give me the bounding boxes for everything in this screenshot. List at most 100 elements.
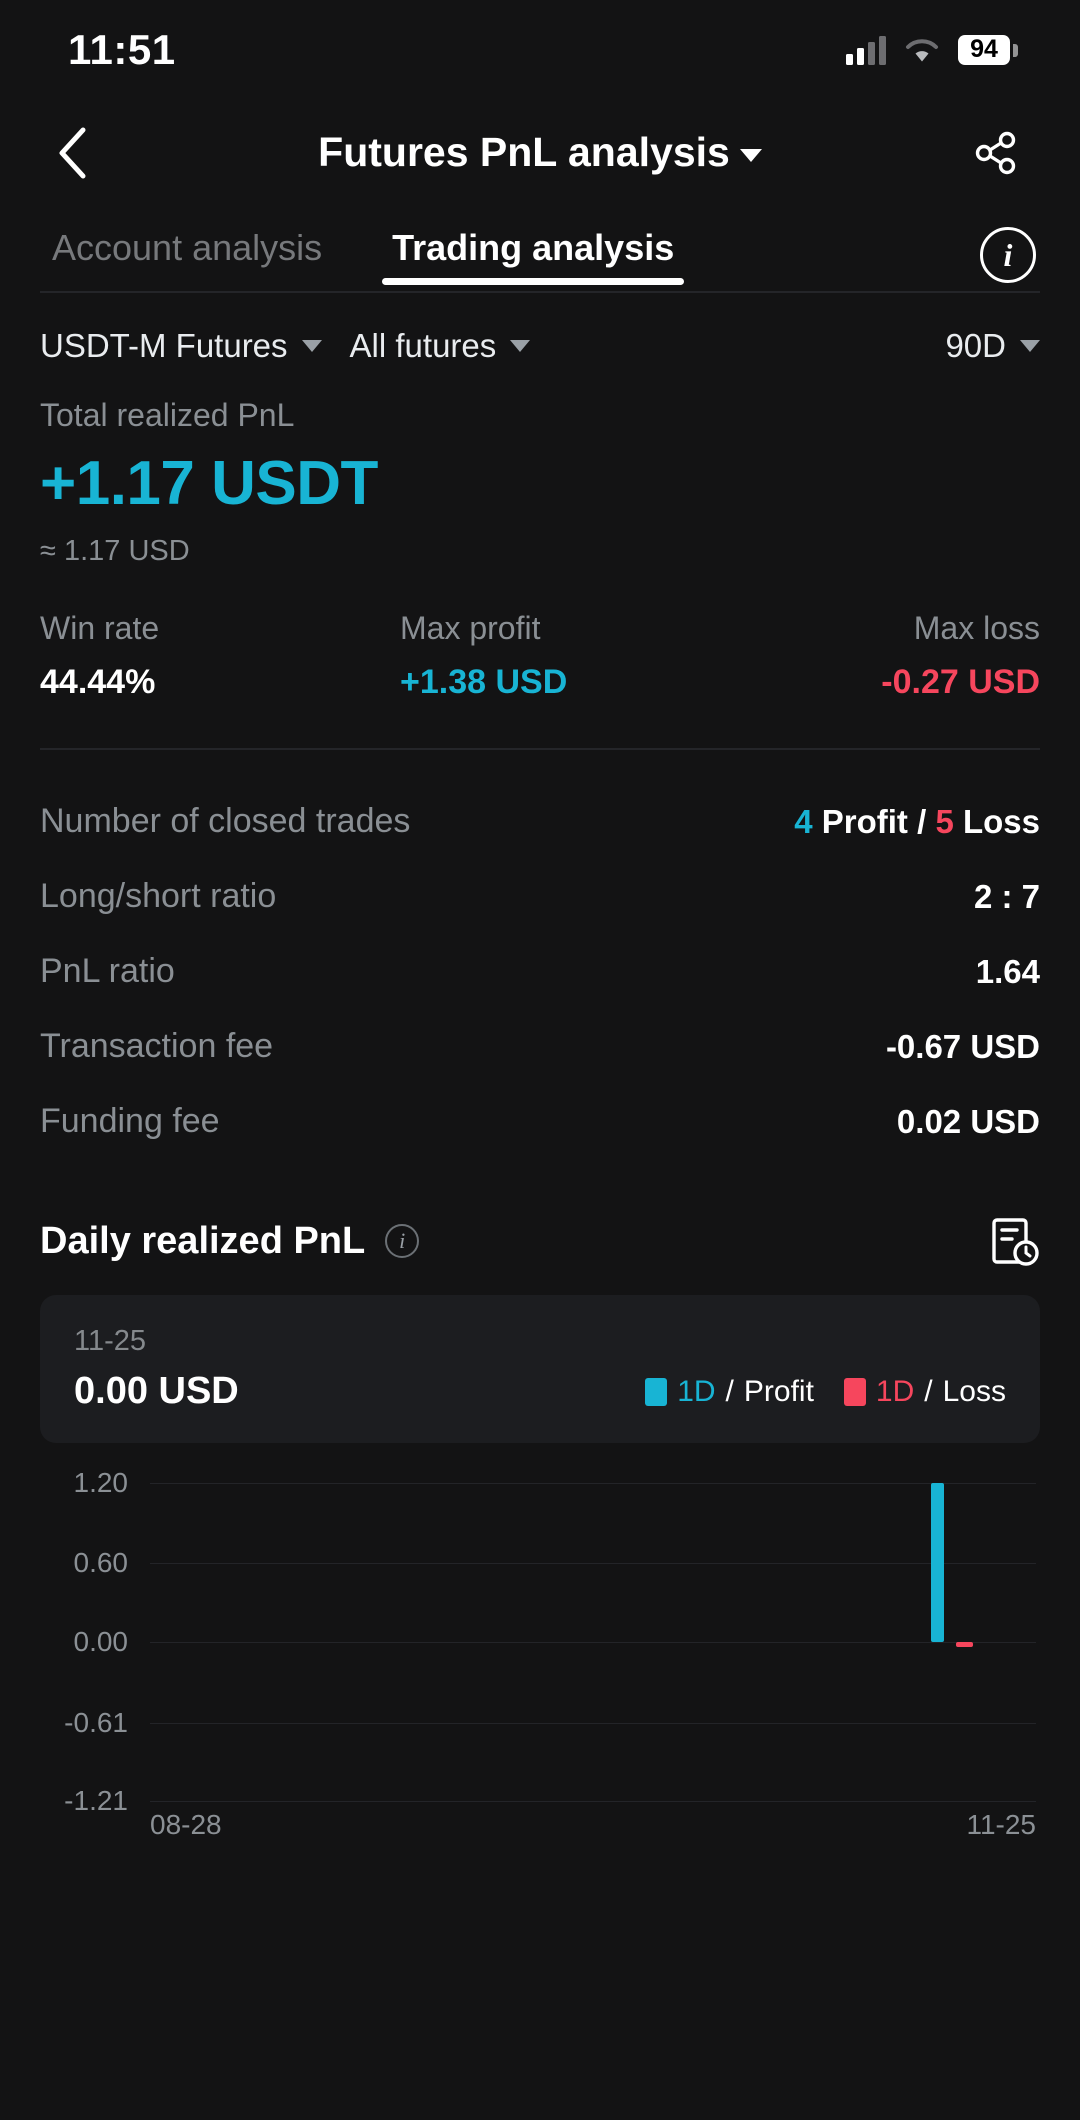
share-icon[interactable] (968, 125, 1024, 181)
chevron-down-icon (1020, 340, 1040, 352)
filter-period[interactable]: 90D (945, 327, 1040, 365)
row-long-short-ratio-value: 2 : 7 (973, 877, 1040, 915)
chevron-down-icon (510, 340, 531, 352)
y-axis-tick: 1.20 (73, 1467, 129, 1498)
gridline (150, 1723, 1036, 1724)
filter-period-label: 90D (945, 327, 1006, 364)
history-record-icon[interactable] (988, 1215, 1040, 1267)
row-transaction-fee: Transaction fee -0.67 USD (40, 1009, 1040, 1084)
legend-item-loss: 1D / Loss (843, 1375, 1006, 1409)
daily-pnl-chart[interactable]: 1.20 0.60 0.00 -0.61 -1.21 08-28 11-25 (0, 1467, 1080, 1840)
row-long-short-ratio: Long/short ratio 2 : 7 (40, 859, 1040, 934)
legend-loss-separator: / (924, 1375, 933, 1408)
trade-details-list: Number of closed trades 4 Profit / 5 Los… (0, 750, 1080, 1159)
row-funding-fee: Funding fee 0.02 USD (40, 1084, 1040, 1159)
row-transaction-fee-label: Transaction fee (40, 1027, 274, 1065)
row-long-short-ratio-label: Long/short ratio (40, 877, 277, 915)
row-closed-trades: Number of closed trades 4 Profit / 5 Los… (40, 784, 1040, 859)
legend-swatch-loss (843, 1378, 866, 1406)
chart-bar-loss (956, 1642, 974, 1648)
x-axis: 08-28 11-25 (150, 1809, 1036, 1841)
legend-item-profit: 1D / Profit (645, 1375, 814, 1409)
filter-contract-label: All futures (349, 327, 497, 364)
stat-max-profit-value: +1.38 USD (400, 663, 568, 701)
tooltip-values: 11-25 0.00 USD (74, 1325, 239, 1413)
stat-max-loss-value: -0.27 USD (881, 663, 1040, 701)
chevron-down-icon (739, 149, 762, 162)
stat-win-rate-value: 44.44% (40, 663, 156, 701)
legend-loss-label: Loss (942, 1375, 1006, 1408)
chart-plot-area: 1.20 0.60 0.00 -0.61 -1.21 (64, 1467, 1036, 1816)
battery-level: 94 (958, 35, 1010, 65)
legend-profit-separator: / (725, 1375, 734, 1408)
legend-profit-period: 1D (677, 1375, 716, 1408)
row-pnl-ratio: PnL ratio 1.64 (40, 934, 1040, 1009)
stat-max-loss: Max loss -0.27 USD (720, 610, 1040, 702)
filter-contract[interactable]: All futures (350, 327, 531, 365)
gridline (150, 1642, 1036, 1643)
closed-trades-profit-label: Profit (821, 802, 908, 840)
closed-trades-loss-label: Loss (962, 802, 1040, 840)
row-funding-fee-label: Funding fee (40, 1102, 220, 1140)
row-closed-trades-value: 4 Profit / 5 Loss (794, 803, 1040, 841)
info-icon[interactable]: i (980, 227, 1036, 283)
status-bar: 11:51 94 (0, 0, 1080, 100)
y-axis-tick: -1.21 (64, 1785, 128, 1816)
gridline (150, 1483, 1036, 1484)
battery-tip (1013, 43, 1018, 57)
summary-stats: Win rate 44.44% Max profit +1.38 USD Max… (0, 568, 1080, 702)
chart-bar-profit (931, 1483, 945, 1642)
daily-pnl-title: Daily realized PnL (40, 1219, 366, 1262)
row-closed-trades-label: Number of closed trades (40, 802, 411, 840)
row-pnl-ratio-value: 1.64 (975, 952, 1040, 990)
chevron-down-icon (301, 340, 322, 352)
daily-pnl-header: Daily realized PnL i (0, 1159, 1080, 1267)
tooltip-date: 11-25 (74, 1325, 147, 1357)
back-chevron-icon[interactable] (44, 125, 100, 181)
legend-swatch-profit (645, 1378, 668, 1406)
stat-win-rate-label: Win rate (40, 610, 160, 646)
y-axis-tick: -0.61 (64, 1707, 128, 1738)
total-pnl-approx: ≈ 1.17 USD (40, 535, 190, 567)
analysis-tabs: Account analysis Trading analysis i (0, 205, 1080, 291)
row-funding-fee-value: 0.02 USD (896, 1102, 1040, 1140)
total-pnl-value: +1.17 USDT (40, 449, 378, 518)
closed-trades-profit-count: 4 (794, 802, 813, 840)
stat-max-loss-label: Max loss (913, 610, 1040, 646)
closed-trades-separator: / (917, 802, 927, 840)
closed-trades-loss-count: 5 (935, 802, 954, 840)
app-screen: 11:51 94 Futures PnL analysis Account an… (0, 0, 1080, 2120)
tab-trading-analysis[interactable]: Trading analysis (380, 227, 686, 291)
chart-tooltip-card: 11-25 0.00 USD 1D / Profit 1D / Loss (40, 1295, 1040, 1443)
page-title[interactable]: Futures PnL analysis (0, 129, 1080, 176)
status-time: 11:51 (68, 26, 176, 73)
pnl-summary: Total realized PnL +1.17 USDT ≈ 1.17 USD (0, 365, 1080, 568)
stat-max-profit: Max profit +1.38 USD (360, 610, 720, 702)
wifi-icon (904, 36, 940, 64)
y-axis-tick: 0.60 (73, 1546, 129, 1578)
tooltip-value: 0.00 USD (74, 1370, 239, 1412)
cellular-bars-icon (846, 35, 886, 65)
stat-max-profit-label: Max profit (400, 610, 541, 646)
x-axis-tick-end: 11-25 (966, 1809, 1036, 1840)
status-indicators: 94 (846, 35, 1018, 65)
legend-loss-period: 1D (875, 1375, 915, 1408)
gridline (150, 1562, 1036, 1564)
nav-header: Futures PnL analysis (0, 100, 1080, 205)
row-pnl-ratio-label: PnL ratio (40, 952, 175, 990)
stat-win-rate: Win rate 44.44% (40, 610, 360, 702)
legend-profit-label: Profit (743, 1375, 814, 1408)
filter-product-type-label: USDT-M Futures (40, 327, 288, 364)
tab-account-analysis[interactable]: Account analysis (40, 227, 334, 291)
info-icon[interactable]: i (385, 1224, 420, 1258)
row-transaction-fee-value: -0.67 USD (885, 1027, 1040, 1065)
chart-legend: 1D / Profit 1D / Loss (645, 1375, 1006, 1413)
filter-product-type[interactable]: USDT-M Futures (40, 327, 322, 365)
total-pnl-label: Total realized PnL (40, 397, 295, 433)
x-axis-tick-start: 08-28 (150, 1809, 222, 1840)
gridline (150, 1801, 1036, 1802)
battery-icon: 94 (958, 35, 1018, 65)
y-axis-tick: 0.00 (73, 1626, 129, 1657)
filter-row: USDT-M Futures All futures 90D (0, 293, 1080, 365)
page-title-text: Futures PnL analysis (318, 129, 730, 175)
